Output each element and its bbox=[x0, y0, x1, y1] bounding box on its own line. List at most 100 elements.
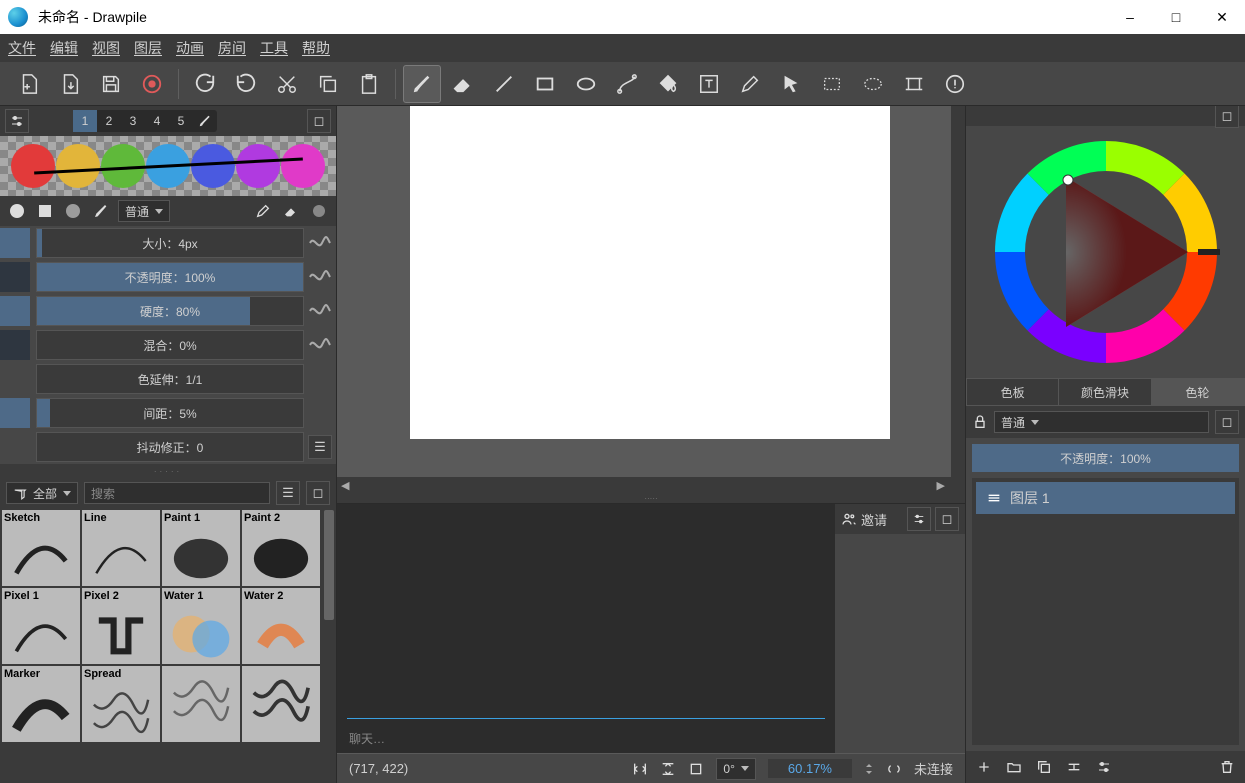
select-rect-tool-button[interactable] bbox=[813, 65, 851, 103]
menu-tools[interactable]: 工具 bbox=[260, 38, 288, 58]
opacity-slider[interactable]: 不透明度：100% bbox=[36, 262, 304, 292]
brush-slot-1[interactable]: 1 bbox=[73, 110, 97, 132]
zoom-stepper-icon[interactable] bbox=[864, 764, 874, 774]
eraser-tool-button[interactable] bbox=[444, 65, 482, 103]
stabilizer-menu-icon[interactable]: ☰ bbox=[308, 435, 332, 459]
preset-marker[interactable]: Marker bbox=[2, 666, 80, 742]
canvas-vscrollbar[interactable] bbox=[951, 106, 965, 477]
chat-input[interactable]: 聊天… bbox=[337, 723, 835, 753]
layer-item[interactable]: 图层 1 bbox=[976, 482, 1235, 514]
rotation-dropdown[interactable]: 0° bbox=[716, 758, 755, 780]
canvas-hscrollbar[interactable]: ◀ ▶ bbox=[337, 477, 965, 493]
preset-water2[interactable]: Water 2 bbox=[242, 588, 320, 664]
preset-spread[interactable]: Spread bbox=[82, 666, 160, 742]
select-lasso-tool-button[interactable] bbox=[854, 65, 892, 103]
brush-slot-2[interactable]: 2 bbox=[97, 110, 121, 132]
size-curve-icon[interactable] bbox=[308, 231, 332, 255]
inspector-tool-button[interactable] bbox=[936, 65, 974, 103]
reset-rotation-icon[interactable] bbox=[688, 761, 704, 777]
minimize-button[interactable]: – bbox=[1107, 0, 1153, 34]
size-min-swatch[interactable] bbox=[0, 228, 30, 258]
smudge-slider[interactable]: 混合：0% bbox=[36, 330, 304, 360]
alpha-lock-icon[interactable] bbox=[308, 200, 330, 222]
opacity-min-swatch[interactable] bbox=[0, 262, 30, 292]
soft-tip-icon[interactable] bbox=[62, 200, 84, 222]
close-button[interactable]: ✕ bbox=[1199, 0, 1245, 34]
user-undock-icon[interactable]: ◻ bbox=[935, 507, 959, 531]
tab-sliders[interactable]: 颜色滑块 bbox=[1059, 379, 1151, 405]
flip-v-icon[interactable] bbox=[660, 761, 676, 777]
cut-button[interactable] bbox=[268, 65, 306, 103]
blend-mode-dropdown[interactable]: 普通 bbox=[118, 200, 170, 222]
save-button[interactable] bbox=[92, 65, 130, 103]
hardness-min-swatch[interactable] bbox=[0, 296, 30, 326]
stabilizer-slider[interactable]: 抖动修正：0 bbox=[36, 432, 304, 462]
preset-pixel1[interactable]: Pixel 1 bbox=[2, 588, 80, 664]
hardness-slider[interactable]: 硬度：80% bbox=[36, 296, 304, 326]
ellipse-tool-button[interactable] bbox=[567, 65, 605, 103]
preset-paint1[interactable]: Paint 1 bbox=[162, 510, 240, 586]
menu-help[interactable]: 帮助 bbox=[302, 38, 330, 58]
new-file-button[interactable] bbox=[10, 65, 48, 103]
brush-slot-3[interactable]: 3 bbox=[121, 110, 145, 132]
record-button[interactable] bbox=[133, 65, 171, 103]
preset-pixel2[interactable]: Pixel 2 bbox=[82, 588, 160, 664]
preset-extra1[interactable] bbox=[162, 666, 240, 742]
merge-layer-button[interactable] bbox=[1062, 755, 1086, 779]
menu-layer[interactable]: 图层 bbox=[134, 38, 162, 58]
size-slider[interactable]: 大小：4px bbox=[36, 228, 304, 258]
preset-paint2[interactable]: Paint 2 bbox=[242, 510, 320, 586]
preset-filter-dropdown[interactable]: 全部 bbox=[6, 482, 78, 504]
preset-undock-icon[interactable]: ◻ bbox=[306, 481, 330, 505]
menu-animation[interactable]: 动画 bbox=[176, 38, 204, 58]
layer-visibility-icon[interactable] bbox=[986, 490, 1002, 506]
menu-room[interactable]: 房间 bbox=[218, 38, 246, 58]
color-pickup-slider[interactable]: 色延伸：1/1 bbox=[36, 364, 304, 394]
canvas-viewport[interactable] bbox=[337, 106, 965, 477]
duplicate-layer-button[interactable] bbox=[1032, 755, 1056, 779]
lock-icon[interactable] bbox=[972, 414, 988, 430]
undo-button[interactable] bbox=[186, 65, 224, 103]
preset-extra2[interactable] bbox=[242, 666, 320, 742]
add-group-button[interactable] bbox=[1002, 755, 1026, 779]
brush-mode-icon[interactable] bbox=[90, 200, 112, 222]
open-file-button[interactable] bbox=[51, 65, 89, 103]
preset-sketch[interactable]: Sketch bbox=[2, 510, 80, 586]
tab-wheel[interactable]: 色轮 bbox=[1152, 379, 1244, 405]
text-tool-button[interactable] bbox=[690, 65, 728, 103]
opacity-curve-icon[interactable] bbox=[308, 265, 332, 289]
smudge-min-swatch[interactable] bbox=[0, 330, 30, 360]
square-tip-icon[interactable] bbox=[34, 200, 56, 222]
layer-undock-icon[interactable]: ◻ bbox=[1215, 410, 1239, 434]
line-tool-button[interactable] bbox=[485, 65, 523, 103]
preset-line[interactable]: Line bbox=[82, 510, 160, 586]
eyedrop-icon[interactable] bbox=[252, 200, 274, 222]
preset-water1[interactable]: Water 1 bbox=[162, 588, 240, 664]
eraser-mode-icon[interactable] bbox=[280, 200, 302, 222]
pointer-tool-button[interactable] bbox=[772, 65, 810, 103]
smudge-curve-icon[interactable] bbox=[308, 333, 332, 357]
user-settings-icon[interactable] bbox=[907, 507, 931, 531]
brush-slot-5[interactable]: 5 bbox=[169, 110, 193, 132]
layer-opacity-slider[interactable]: 不透明度：100% bbox=[972, 444, 1239, 472]
canvas[interactable] bbox=[410, 106, 890, 439]
menu-view[interactable]: 视图 bbox=[92, 38, 120, 58]
copy-button[interactable] bbox=[309, 65, 347, 103]
menu-file[interactable]: 文件 bbox=[8, 38, 36, 58]
undock-icon[interactable]: ◻ bbox=[307, 109, 331, 133]
spacing-slider[interactable]: 间距：5% bbox=[36, 398, 304, 428]
bezier-tool-button[interactable] bbox=[608, 65, 646, 103]
paste-button[interactable] bbox=[350, 65, 388, 103]
rectangle-tool-button[interactable] bbox=[526, 65, 564, 103]
flip-h-icon[interactable] bbox=[632, 761, 648, 777]
eraser-slot-icon[interactable] bbox=[193, 110, 217, 132]
transform-tool-button[interactable] bbox=[895, 65, 933, 103]
hardness-curve-icon[interactable] bbox=[308, 299, 332, 323]
fill-tool-button[interactable] bbox=[649, 65, 687, 103]
color-wheel[interactable] bbox=[966, 126, 1245, 378]
tab-swatches[interactable]: 色板 bbox=[967, 379, 1059, 405]
redo-button[interactable] bbox=[227, 65, 265, 103]
preset-search-input[interactable]: 搜索 bbox=[84, 482, 270, 504]
preset-scrollbar[interactable] bbox=[322, 508, 336, 783]
brush-settings-icon[interactable] bbox=[5, 109, 29, 133]
